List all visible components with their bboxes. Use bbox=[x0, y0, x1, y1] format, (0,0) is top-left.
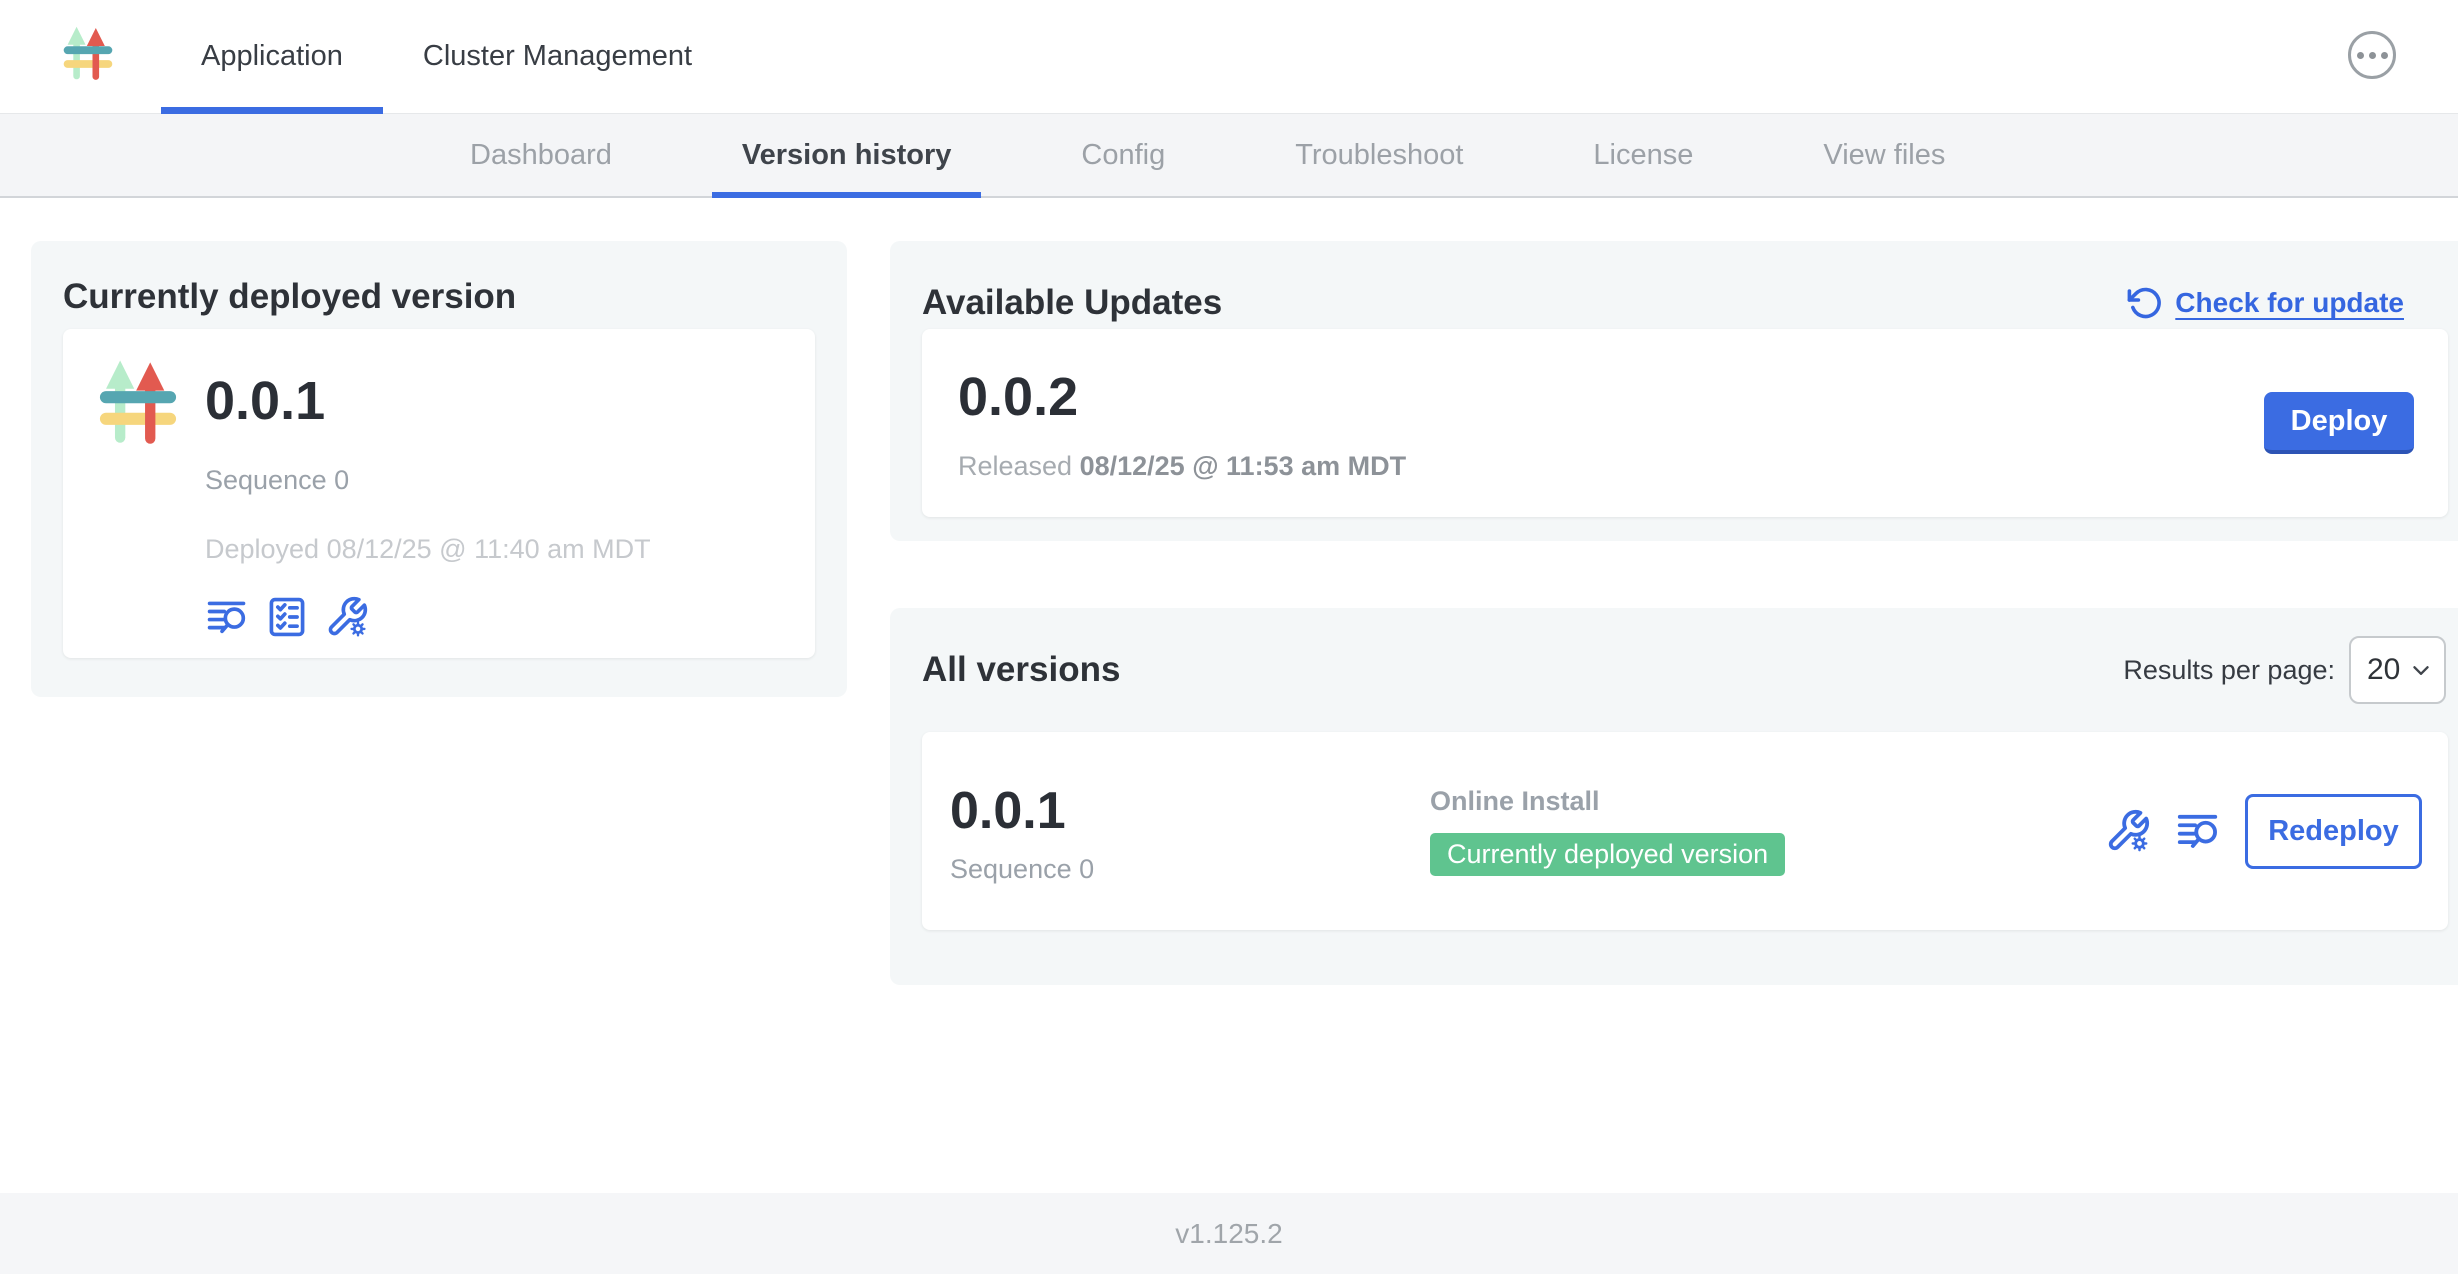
deployed-timestamp: Deployed 08/12/25 @ 11:40 am MDT bbox=[205, 536, 651, 563]
currently-deployed-card: Currently deployed version 0.0.1 Sequenc… bbox=[31, 241, 847, 697]
refresh-icon bbox=[2127, 285, 2163, 321]
deployed-sequence: Sequence 0 bbox=[205, 467, 651, 494]
redeploy-button[interactable]: Redeploy bbox=[2245, 794, 2422, 869]
subnav-tab-troubleshoot[interactable]: Troubleshoot bbox=[1265, 114, 1493, 196]
footer: v1.125.2 bbox=[0, 1193, 2458, 1274]
check-for-update-link[interactable]: Check for update bbox=[2127, 285, 2404, 321]
app-logo-icon bbox=[91, 353, 185, 447]
results-per-page-select[interactable]: 20 bbox=[2349, 636, 2446, 704]
tab-application[interactable]: Application bbox=[161, 0, 383, 113]
subnav-tab-version-history[interactable]: Version history bbox=[712, 114, 982, 196]
deployed-version-details: 0.0.1 Sequence 0 Deployed 08/12/25 @ 11:… bbox=[205, 353, 651, 634]
subnav-tab-license[interactable]: License bbox=[1563, 114, 1723, 196]
deployed-card-title: Currently deployed version bbox=[63, 277, 815, 317]
status-badge: Currently deployed version bbox=[1430, 833, 1785, 876]
version-row-status: Online Install Currently deployed versio… bbox=[1430, 786, 2105, 876]
version-row-number: 0.0.1 bbox=[950, 780, 1430, 842]
version-row: 0.0.1 Sequence 0 Online Install Currentl… bbox=[922, 732, 2448, 930]
subnav-tab-dashboard[interactable]: Dashboard bbox=[440, 114, 642, 196]
results-per-page-label: Results per page: bbox=[2123, 655, 2335, 686]
app-sub-nav: Dashboard Version history Config Trouble… bbox=[0, 114, 2458, 198]
tab-application-label: Application bbox=[201, 40, 343, 73]
deploy-button[interactable]: Deploy bbox=[2264, 392, 2414, 454]
ellipsis-menu-icon[interactable] bbox=[2348, 31, 2396, 79]
deployed-version-panel: 0.0.1 Sequence 0 Deployed 08/12/25 @ 11:… bbox=[63, 329, 815, 658]
install-type-label: Online Install bbox=[1430, 786, 2105, 817]
main-content: Currently deployed version 0.0.1 Sequenc… bbox=[0, 200, 2458, 1193]
top-nav: Application Cluster Management bbox=[0, 0, 2458, 114]
subnav-tab-view-files[interactable]: View files bbox=[1793, 114, 1975, 196]
tab-cluster-management-label: Cluster Management bbox=[423, 40, 692, 73]
available-updates-card: Available Updates Check for update 0.0.2 bbox=[890, 241, 2458, 541]
top-nav-tabs: Application Cluster Management bbox=[161, 0, 732, 113]
all-versions-header: All versions Results per page: 20 bbox=[890, 630, 2458, 710]
version-row-actions: Redeploy bbox=[2105, 794, 2422, 869]
available-updates-title: Available Updates bbox=[922, 283, 1222, 323]
version-row-sequence: Sequence 0 bbox=[950, 856, 1430, 883]
app-logo-icon bbox=[58, 22, 118, 90]
config-icon[interactable] bbox=[2105, 808, 2151, 854]
preflight-checks-icon[interactable] bbox=[265, 595, 309, 639]
check-for-update-label: Check for update bbox=[2175, 287, 2404, 319]
logs-icon[interactable] bbox=[205, 595, 249, 639]
update-released-timestamp: Released 08/12/25 @ 11:53 am MDT bbox=[958, 451, 1406, 482]
update-row: 0.0.2 Released 08/12/25 @ 11:53 am MDT D… bbox=[922, 329, 2448, 517]
results-per-page-value: 20 bbox=[2367, 653, 2400, 687]
admin-console: Application Cluster Management Dashboard… bbox=[0, 0, 2458, 1274]
console-version: v1.125.2 bbox=[1175, 1218, 1282, 1250]
subnav-tab-config[interactable]: Config bbox=[1051, 114, 1195, 196]
deployed-action-icons bbox=[205, 595, 651, 639]
version-row-details: 0.0.1 Sequence 0 bbox=[950, 780, 1430, 883]
available-updates-header: Available Updates Check for update bbox=[890, 277, 2458, 329]
all-versions-card: All versions Results per page: 20 bbox=[890, 608, 2458, 985]
chevron-down-icon bbox=[2408, 657, 2434, 683]
tab-cluster-management[interactable]: Cluster Management bbox=[383, 0, 732, 113]
deployed-version-number: 0.0.1 bbox=[205, 369, 651, 433]
update-details: 0.0.2 Released 08/12/25 @ 11:53 am MDT bbox=[958, 365, 1406, 482]
update-version-number: 0.0.2 bbox=[958, 365, 1406, 429]
results-per-page: Results per page: 20 bbox=[2123, 636, 2446, 704]
config-icon[interactable] bbox=[325, 595, 369, 639]
all-versions-title: All versions bbox=[922, 650, 1120, 690]
logs-icon[interactable] bbox=[2175, 808, 2221, 854]
